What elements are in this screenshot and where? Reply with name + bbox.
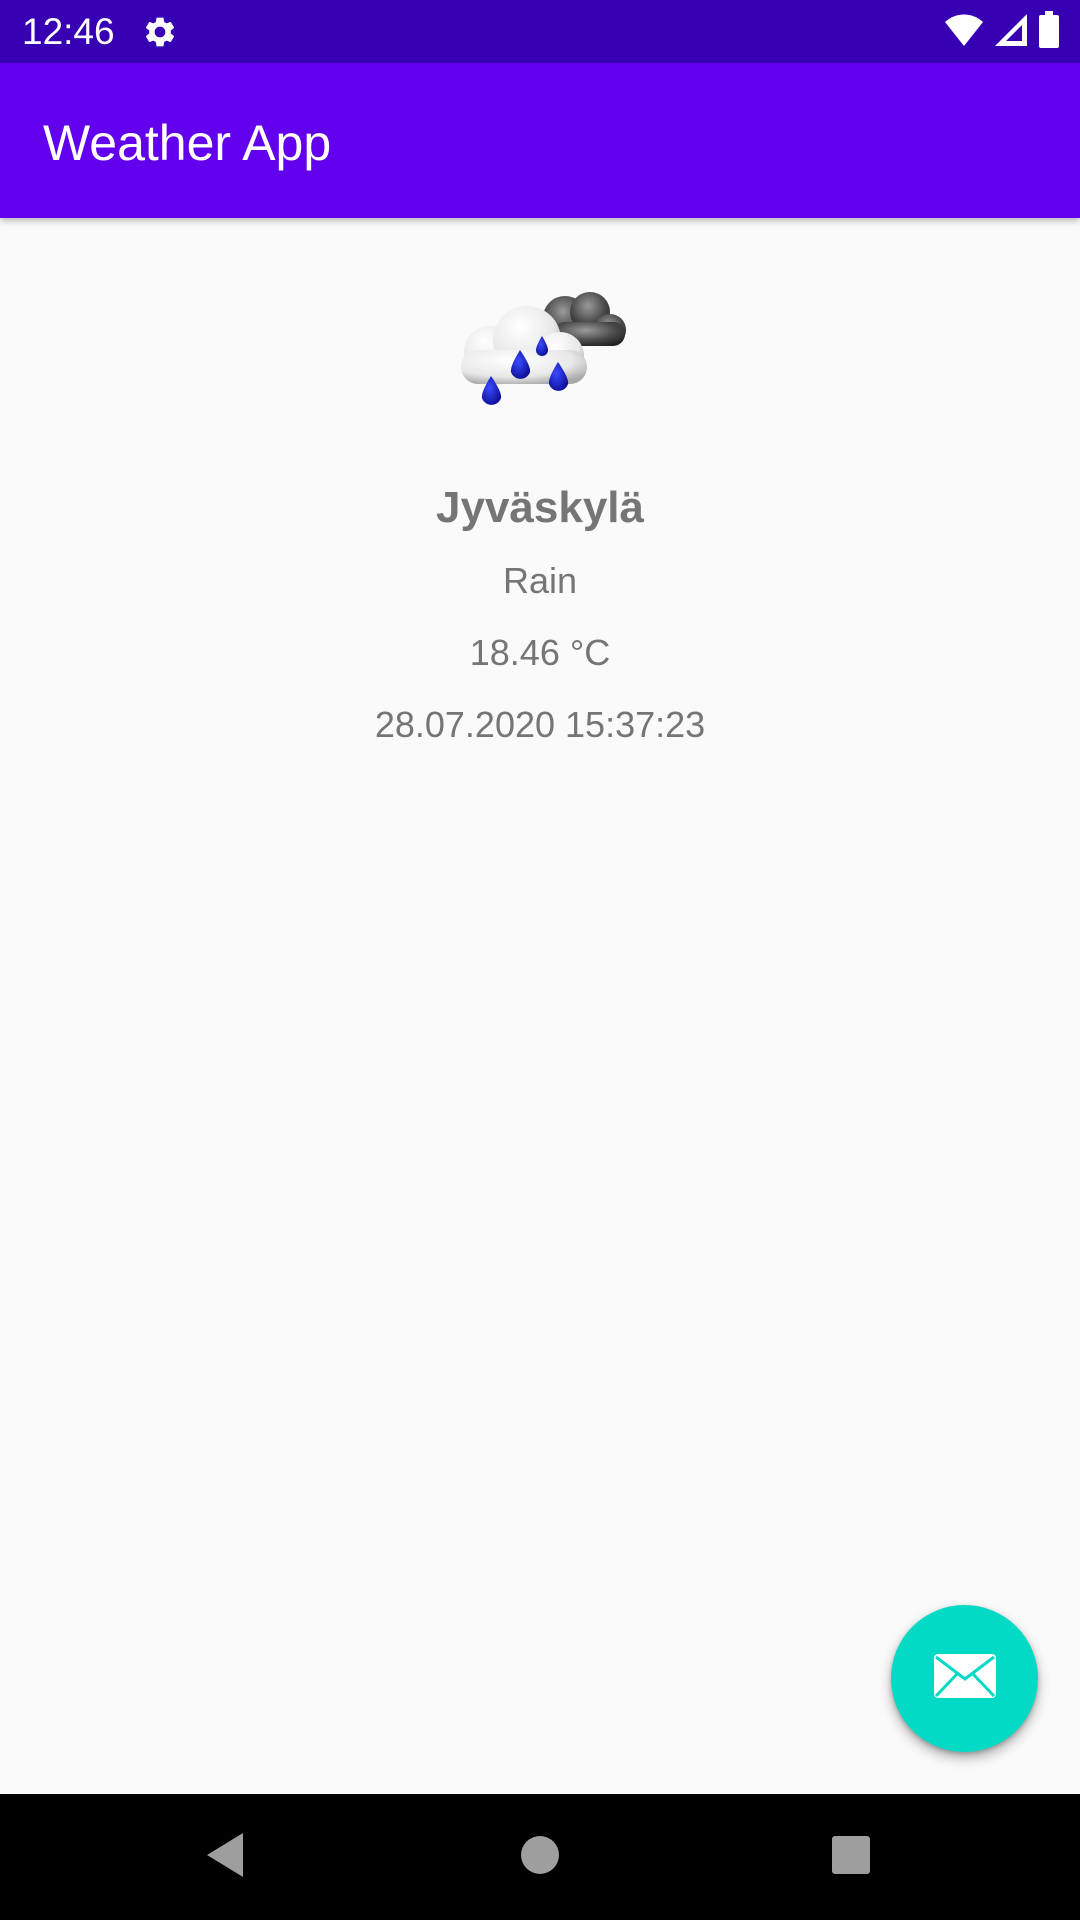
- temperature: 18.46 °C: [469, 632, 611, 673]
- status-time: 12:46: [22, 11, 115, 52]
- status-icons: [944, 10, 1060, 54]
- back-icon: [203, 1831, 247, 1884]
- status-bar: 12:46: [0, 0, 1080, 63]
- envelope-icon: [932, 1652, 998, 1705]
- wifi-icon: [944, 13, 984, 52]
- email-fab-button[interactable]: [891, 1605, 1038, 1752]
- recents-button[interactable]: [816, 1822, 886, 1892]
- weather-description: Rain: [502, 560, 578, 601]
- city-name: Jyväskylä: [436, 483, 644, 532]
- app-title: Weather App: [43, 115, 332, 171]
- rain-cloud-icon: [455, 280, 640, 430]
- recents-icon: [831, 1835, 871, 1880]
- app-bar: Weather App: [0, 63, 1080, 218]
- battery-icon: [1038, 10, 1060, 54]
- gear-icon: [142, 14, 178, 50]
- cell-signal-icon: [994, 13, 1028, 52]
- navigation-bar: [0, 1794, 1080, 1920]
- home-button[interactable]: [505, 1822, 575, 1892]
- timestamp: 28.07.2020 15:37:23: [374, 704, 706, 745]
- back-button[interactable]: [190, 1822, 260, 1892]
- home-icon: [520, 1835, 560, 1880]
